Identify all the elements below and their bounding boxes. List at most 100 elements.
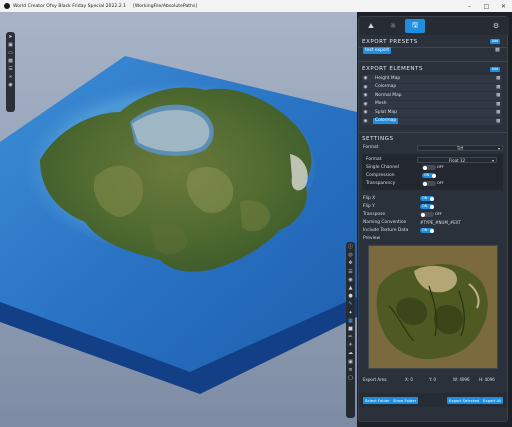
eye-icon[interactable]: ◉ — [362, 76, 369, 81]
save-icon[interactable]: ▩ — [496, 76, 501, 81]
sub-format-dropdown[interactable]: Float 32 ▾ — [417, 156, 497, 163]
tab-lighting[interactable]: ☼ — [383, 19, 403, 33]
include-texture-row: Include Texture Data ON — [363, 227, 503, 234]
stack-icon[interactable]: ≡ — [348, 367, 354, 373]
flip-x-row: Flip X ON — [363, 195, 503, 202]
sun-icon[interactable]: ☀ — [348, 342, 354, 348]
export-area-y[interactable]: Y: 0 — [429, 376, 436, 383]
folder-icon[interactable]: ▣ — [8, 42, 14, 48]
cursor-icon[interactable]: ➤ — [8, 34, 14, 40]
globe-icon[interactable]: ◎ — [348, 252, 354, 258]
preview-row: Preview — [363, 235, 503, 242]
list-item[interactable]: ◉ Height Map ▩ — [362, 75, 502, 84]
compression-label: Compression — [366, 173, 395, 178]
eye-icon[interactable]: ◉ — [362, 102, 369, 107]
list-item[interactable]: ◉ Normal Map ▩ — [362, 92, 502, 101]
camera-icon[interactable]: ◉ — [8, 82, 14, 88]
transpose-row: Transpose OFF — [363, 211, 503, 218]
export-area-h[interactable]: H: 4096 — [479, 376, 495, 383]
include-texture-state: ON — [422, 228, 428, 232]
layers-icon[interactable]: ☰ — [8, 66, 14, 72]
naming-input[interactable]: #TYPE_#NUM_#EXT — [420, 219, 461, 226]
brush-alt-icon[interactable]: ✏ — [348, 334, 354, 340]
element-label: Splat Map — [375, 109, 397, 115]
save-icon[interactable]: ▩ — [496, 85, 501, 90]
preview-image[interactable] — [368, 245, 498, 369]
export-all-button[interactable]: Export All — [481, 397, 504, 404]
format-row: Format Tiff ▾ — [363, 144, 503, 151]
format-dropdown[interactable]: Tiff ▾ — [417, 144, 503, 151]
list-item[interactable]: ◉ Splat Map ▩ — [362, 109, 502, 118]
single-channel-toggle[interactable] — [422, 165, 436, 170]
save-icon[interactable]: ▩ — [496, 102, 501, 107]
save-icon[interactable]: ▩ — [8, 58, 14, 64]
tab-scene[interactable]: ⛰ — [361, 19, 381, 33]
close-icon[interactable]: ✕ — [495, 0, 512, 12]
export-area-x[interactable]: X: 0 — [405, 376, 413, 383]
list-item[interactable]: ◉ Colormap ▩ — [362, 117, 502, 126]
compression-state: ON — [424, 173, 430, 177]
format-value: Tiff — [456, 145, 464, 151]
export-actions: Select Folder Show Folder Export Selecte… — [359, 393, 507, 407]
sub-format-label: Format — [366, 157, 382, 162]
preset-test-export[interactable]: test export — [363, 47, 392, 54]
transparency-toggle[interactable] — [422, 181, 436, 186]
sun-icon: ☼ — [389, 22, 397, 30]
export-area-w[interactable]: W: 4096 — [453, 376, 470, 383]
image-icon[interactable]: ▣ — [348, 359, 354, 365]
terrain-icon[interactable]: ▲ — [348, 285, 354, 291]
brush-icon[interactable]: ✎ — [348, 301, 354, 307]
export-selected-button[interactable]: Export Selected — [447, 397, 482, 404]
element-label: Colormap — [375, 84, 397, 90]
transparency-label: Transparency — [366, 181, 396, 186]
paint-icon[interactable]: ■ — [348, 326, 354, 332]
element-label: Mesh — [375, 101, 387, 107]
save-icon[interactable]: ▩ — [496, 110, 501, 115]
divider — [359, 61, 507, 62]
eye-icon[interactable]: ◉ — [362, 85, 369, 90]
naming-label: Naming Convention — [363, 220, 407, 225]
grid-icon[interactable]: ▦ — [348, 318, 354, 324]
transpose-state: OFF — [435, 212, 442, 216]
eye-icon[interactable]: ◉ — [362, 93, 369, 98]
single-channel-row: Single Channel OFF — [366, 164, 506, 171]
save-preset-icon[interactable]: ▩ — [495, 48, 500, 53]
transparency-state: OFF — [437, 181, 444, 185]
preview-label: Preview — [363, 236, 381, 241]
layers-icon[interactable]: ☰ — [348, 269, 354, 275]
terrain-viewport[interactable]: ➤ ▣ ▭ ▩ ☰ ∞ ◉ — [0, 12, 357, 427]
list-item[interactable]: ◉ Colormap ▩ — [362, 83, 502, 92]
drop-icon[interactable]: ● — [348, 293, 354, 299]
save-icon[interactable]: ▩ — [496, 119, 501, 124]
list-item[interactable]: ◉ Mesh ▩ — [362, 100, 502, 109]
transpose-toggle[interactable] — [420, 212, 434, 217]
element-label: Height Map — [375, 75, 401, 81]
eye-icon[interactable]: ◉ — [362, 110, 369, 115]
add-preset-button[interactable]: Add — [490, 39, 500, 44]
file-icon[interactable]: ▭ — [8, 50, 14, 56]
compression-row: Compression ON — [366, 172, 506, 179]
flip-x-label: Flip X — [363, 196, 376, 201]
eye-icon[interactable]: ◉ — [362, 119, 369, 124]
info-icon[interactable]: ⓘ — [348, 244, 354, 250]
palette-icon[interactable]: ◉ — [348, 277, 354, 283]
move-icon[interactable]: ✥ — [348, 260, 354, 266]
cloud-icon[interactable]: ☁ — [348, 350, 354, 356]
show-folder-button[interactable]: Show Folder — [391, 397, 419, 404]
minimize-icon[interactable]: – — [461, 0, 478, 12]
add-element-button[interactable]: Add — [490, 67, 500, 72]
save-icon[interactable]: ▩ — [496, 93, 501, 98]
export-area-label: Export Area — [363, 377, 387, 382]
gear-icon[interactable]: ⚙ — [486, 19, 506, 33]
export-presets-title: EXPORT PRESETS — [362, 39, 418, 45]
tab-export[interactable]: 🖫 — [405, 19, 425, 33]
wand-icon[interactable]: ✦ — [348, 310, 354, 316]
include-texture-label: Include Texture Data — [363, 228, 409, 233]
window-title: World Creator Ofxy Black Friday Special … — [13, 3, 127, 9]
box-icon[interactable]: ▢ — [348, 375, 354, 381]
select-folder-button[interactable]: Select Folder — [363, 397, 392, 404]
divider — [359, 132, 507, 133]
window-path: [WorkingFile/AbsolutePaths] — [133, 3, 198, 9]
maximize-icon[interactable]: □ — [478, 0, 495, 12]
link-icon[interactable]: ∞ — [8, 74, 14, 80]
